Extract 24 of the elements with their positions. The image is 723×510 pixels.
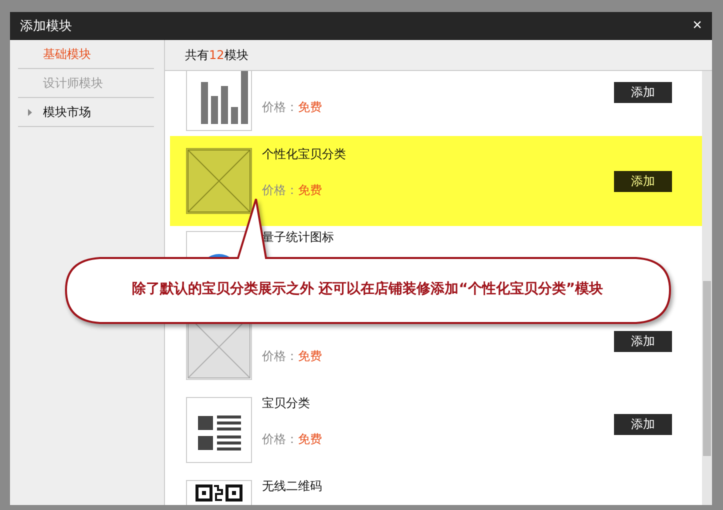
caret-icon: [28, 109, 32, 116]
module-count: 共有12模块: [185, 46, 248, 64]
price-label: 价格：: [262, 349, 298, 363]
sidebar-item[interactable]: 模块市场: [18, 98, 154, 127]
close-button[interactable]: ×: [690, 18, 704, 34]
callout-text: 除了默认的宝贝分类展示之外 还可以在店铺装修添加“个性化宝贝分类”模块: [130, 280, 604, 298]
dialog-title: 添加模块: [20, 18, 72, 35]
price-label: 价格：: [262, 183, 298, 197]
price-label: 价格：: [262, 100, 298, 114]
image-placeholder-icon: [187, 149, 251, 213]
module-name: 量子统计图标: [262, 229, 335, 245]
add-button[interactable]: 添加: [614, 171, 672, 192]
module-name: 宝贝分类: [262, 395, 311, 411]
module-name: 个性化宝贝分类: [262, 146, 347, 162]
scrollbar-thumb[interactable]: [703, 281, 711, 456]
add-button[interactable]: 添加: [614, 82, 672, 103]
module-name: 无线二维码: [262, 478, 323, 494]
price-value: 免费: [298, 100, 322, 114]
price-value: 免费: [298, 349, 322, 363]
add-button[interactable]: 添加: [614, 414, 672, 435]
price-value: 免费: [298, 432, 322, 446]
add-button[interactable]: 添加: [614, 331, 672, 352]
price-value: 免费: [298, 183, 322, 197]
price-label: 价格：: [262, 432, 298, 446]
